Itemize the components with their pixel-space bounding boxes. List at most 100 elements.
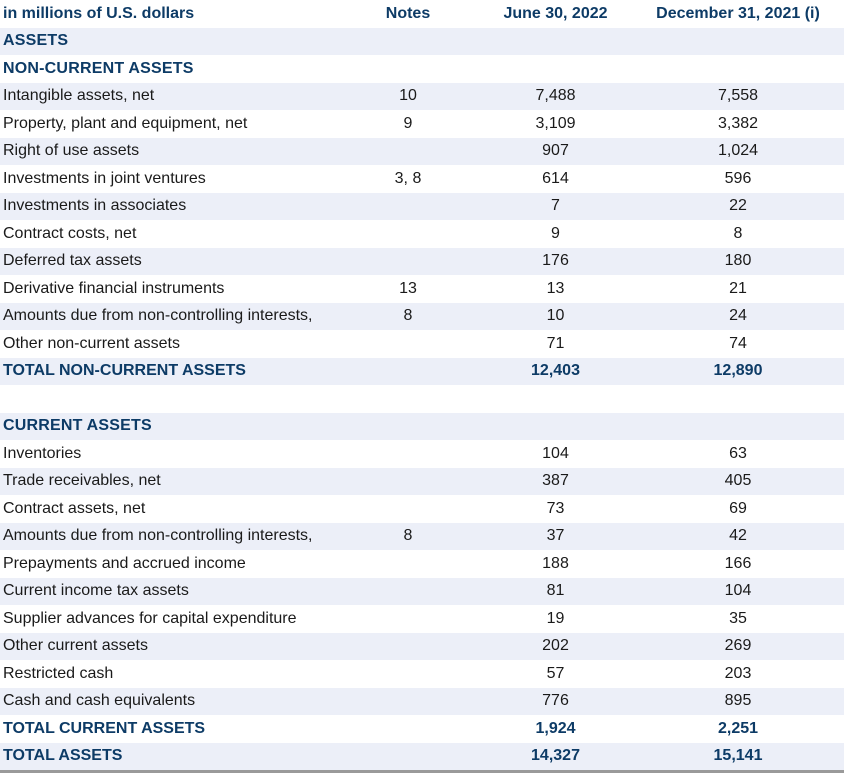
row-value-dec-2021: 3,382 bbox=[717, 114, 759, 132]
row-notes: 9 bbox=[403, 114, 413, 132]
header-col-dec-2021: December 31, 2021 (i) bbox=[656, 4, 820, 22]
row-value-june-2022: 71 bbox=[546, 334, 565, 352]
row-value-dec-2021: 63 bbox=[729, 444, 747, 462]
row-value-dec-2021: 180 bbox=[724, 252, 752, 270]
table-row: Investments in associates 7 22 bbox=[0, 192, 844, 220]
row-label: Contract costs, net bbox=[3, 224, 137, 242]
row-label: Derivative financial instruments bbox=[3, 279, 225, 297]
header-units-label: in millions of U.S. dollars bbox=[3, 4, 195, 22]
row-label: Deferred tax assets bbox=[3, 252, 142, 270]
row-label: Trade receivables, net bbox=[3, 472, 161, 490]
row-value-dec-2021: 2,251 bbox=[717, 719, 759, 737]
row-notes: 8 bbox=[403, 307, 413, 325]
row-label: Cash and cash equivalents bbox=[3, 692, 196, 710]
spacer-row bbox=[0, 385, 844, 413]
row-value-june-2022: 104 bbox=[542, 444, 569, 462]
table-row: Amounts due from non-controlling interes… bbox=[0, 302, 844, 330]
table-row: Right of use assets 907 1,024 bbox=[0, 137, 844, 165]
section-title: ASSETS bbox=[3, 32, 69, 50]
table-bottom-rule bbox=[0, 770, 844, 773]
section-non-current-assets: NON-CURRENT ASSETS bbox=[0, 55, 844, 83]
row-value-dec-2021: 74 bbox=[729, 334, 747, 352]
total-assets-row: TOTAL ASSETS 14,327 15,141 bbox=[0, 742, 844, 770]
row-value-june-2022: 14,327 bbox=[531, 747, 580, 765]
row-label: Prepayments and accrued income bbox=[3, 554, 246, 572]
table-row: Investments in joint ventures 3, 8 614 596 bbox=[0, 165, 844, 193]
row-notes: 13 bbox=[399, 279, 417, 297]
row-label: Investments in joint ventures bbox=[3, 169, 206, 187]
row-notes: 10 bbox=[399, 87, 417, 105]
table-row: Cash and cash equivalents 776 895 bbox=[0, 687, 844, 715]
table-row: Other non-current assets 71 74 bbox=[0, 330, 844, 358]
row-value-june-2022: 57 bbox=[546, 664, 565, 682]
total-current-row: TOTAL CURRENT ASSETS 1,924 2,251 bbox=[0, 715, 844, 743]
row-value-dec-2021: 69 bbox=[729, 499, 747, 517]
row-label: Contract assets, net bbox=[3, 499, 146, 517]
header-notes: Notes bbox=[385, 4, 431, 22]
row-value-june-2022: 10 bbox=[546, 307, 565, 325]
row-value-dec-2021: 8 bbox=[733, 224, 743, 242]
row-label: Investments in associates bbox=[3, 197, 187, 215]
section-current-assets: CURRENT ASSETS bbox=[0, 412, 844, 440]
row-value-dec-2021: 596 bbox=[724, 169, 752, 187]
row-value-dec-2021: 166 bbox=[724, 554, 752, 572]
balance-sheet-table: in millions of U.S. dollars Notes June 3… bbox=[0, 0, 844, 773]
table-row: Deferred tax assets 176 180 bbox=[0, 247, 844, 275]
section-title: CURRENT ASSETS bbox=[3, 417, 152, 435]
row-value-dec-2021: 42 bbox=[729, 527, 747, 545]
table-row: Supplier advances for capital expenditur… bbox=[0, 605, 844, 633]
row-value-june-2022: 7,488 bbox=[535, 87, 576, 105]
row-value-june-2022: 81 bbox=[546, 582, 565, 600]
row-value-dec-2021: 7,558 bbox=[717, 87, 759, 105]
header-row: in millions of U.S. dollars Notes June 3… bbox=[0, 0, 844, 28]
table-row: Intangible assets, net 10 7,488 7,558 bbox=[0, 82, 844, 110]
row-value-june-2022: 7 bbox=[551, 197, 560, 215]
row-value-dec-2021: 22 bbox=[729, 197, 747, 215]
row-value-dec-2021: 15,141 bbox=[713, 747, 763, 765]
row-value-june-2022: 176 bbox=[542, 252, 569, 270]
row-value-dec-2021: 405 bbox=[724, 472, 752, 490]
row-label: Other current assets bbox=[3, 637, 148, 655]
row-label: Inventories bbox=[3, 444, 82, 462]
row-value-june-2022: 12,403 bbox=[531, 362, 580, 380]
section-assets: ASSETS bbox=[0, 27, 844, 55]
row-value-june-2022: 9 bbox=[551, 224, 560, 242]
row-label: Right of use assets bbox=[3, 142, 140, 160]
row-value-june-2022: 188 bbox=[542, 554, 569, 572]
row-label: TOTAL NON-CURRENT ASSETS bbox=[3, 362, 246, 380]
row-value-dec-2021: 35 bbox=[729, 609, 747, 627]
table-row: Current income tax assets 81 104 bbox=[0, 577, 844, 605]
section-title: NON-CURRENT ASSETS bbox=[3, 59, 194, 77]
table-row: Inventories 104 63 bbox=[0, 440, 844, 468]
row-value-dec-2021: 269 bbox=[724, 637, 752, 655]
table-row: Amounts due from non-controlling interes… bbox=[0, 522, 844, 550]
header-col-june-2022: June 30, 2022 bbox=[503, 4, 608, 22]
table-row: Derivative financial instruments 13 13 21 bbox=[0, 275, 844, 303]
row-label: Amounts due from non-controlling interes… bbox=[3, 527, 313, 545]
table-row: Prepayments and accrued income 188 166 bbox=[0, 550, 844, 578]
row-label: Restricted cash bbox=[3, 664, 114, 682]
row-value-june-2022: 387 bbox=[542, 472, 569, 490]
row-value-june-2022: 73 bbox=[546, 499, 565, 517]
row-value-june-2022: 3,109 bbox=[535, 114, 576, 132]
row-label: Amounts due from non-controlling interes… bbox=[3, 307, 313, 325]
row-value-june-2022: 1,924 bbox=[535, 719, 576, 737]
table-row: Restricted cash 57 203 bbox=[0, 660, 844, 688]
row-label: TOTAL CURRENT ASSETS bbox=[3, 719, 206, 737]
row-value-dec-2021: 21 bbox=[729, 279, 747, 297]
row-label: TOTAL ASSETS bbox=[3, 747, 123, 765]
row-notes: 8 bbox=[403, 527, 413, 545]
row-value-dec-2021: 1,024 bbox=[717, 142, 759, 160]
row-label: Intangible assets, net bbox=[3, 87, 155, 105]
table-row: Property, plant and equipment, net 9 3,109… bbox=[0, 110, 844, 138]
row-value-dec-2021: 895 bbox=[724, 692, 752, 710]
row-value-dec-2021: 104 bbox=[724, 582, 752, 600]
row-value-june-2022: 37 bbox=[546, 527, 565, 545]
row-value-dec-2021: 12,890 bbox=[713, 362, 763, 380]
row-value-june-2022: 614 bbox=[542, 169, 569, 187]
total-non-current-row: TOTAL NON-CURRENT ASSETS 12,403 12,890 bbox=[0, 357, 844, 385]
row-value-june-2022: 13 bbox=[546, 279, 565, 297]
row-value-june-2022: 776 bbox=[542, 692, 569, 710]
row-value-dec-2021: 203 bbox=[724, 664, 752, 682]
row-label: Other non-current assets bbox=[3, 334, 180, 352]
